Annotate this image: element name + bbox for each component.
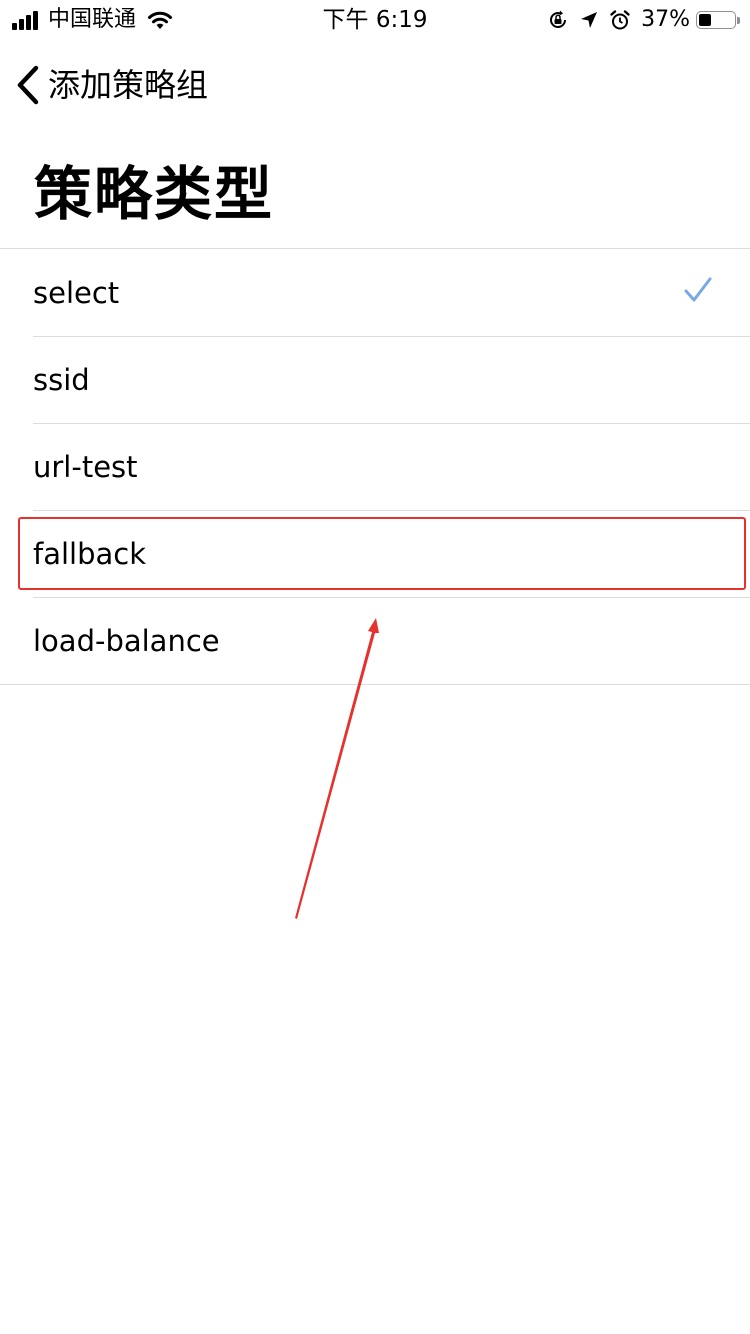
- list-item-label: ssid: [33, 362, 90, 397]
- battery-percent: 37%: [641, 7, 690, 32]
- list-item-ssid[interactable]: ssid: [0, 336, 750, 423]
- list-item-select[interactable]: select: [0, 249, 750, 336]
- location-arrow-icon: [579, 10, 599, 30]
- back-button[interactable]: 添加策略组: [14, 60, 208, 110]
- list-item-load-balance[interactable]: load-balance: [0, 597, 750, 684]
- policy-type-list: select ssid url-test fallback load-balan…: [0, 248, 750, 685]
- back-button-label: 添加策略组: [48, 66, 209, 104]
- alarm-clock-icon: [609, 9, 631, 31]
- list-item-url-test[interactable]: url-test: [0, 423, 750, 510]
- battery-level-fill: [699, 14, 711, 26]
- list-item-label: select: [33, 275, 120, 310]
- list-item-fallback[interactable]: fallback: [0, 510, 750, 597]
- battery-icon: [696, 11, 740, 29]
- list-item-label: fallback: [33, 536, 147, 571]
- list-item-label: url-test: [33, 449, 138, 484]
- list-item-label: load-balance: [33, 623, 220, 658]
- checkmark-icon: [684, 277, 712, 307]
- page-title: 策略类型: [34, 160, 275, 228]
- orientation-lock-icon: [547, 9, 569, 31]
- status-right: 37%: [537, 6, 740, 34]
- chevron-left-icon: [14, 64, 40, 106]
- status-bar: 中国联通 下午 6:19 37%: [0, 0, 750, 40]
